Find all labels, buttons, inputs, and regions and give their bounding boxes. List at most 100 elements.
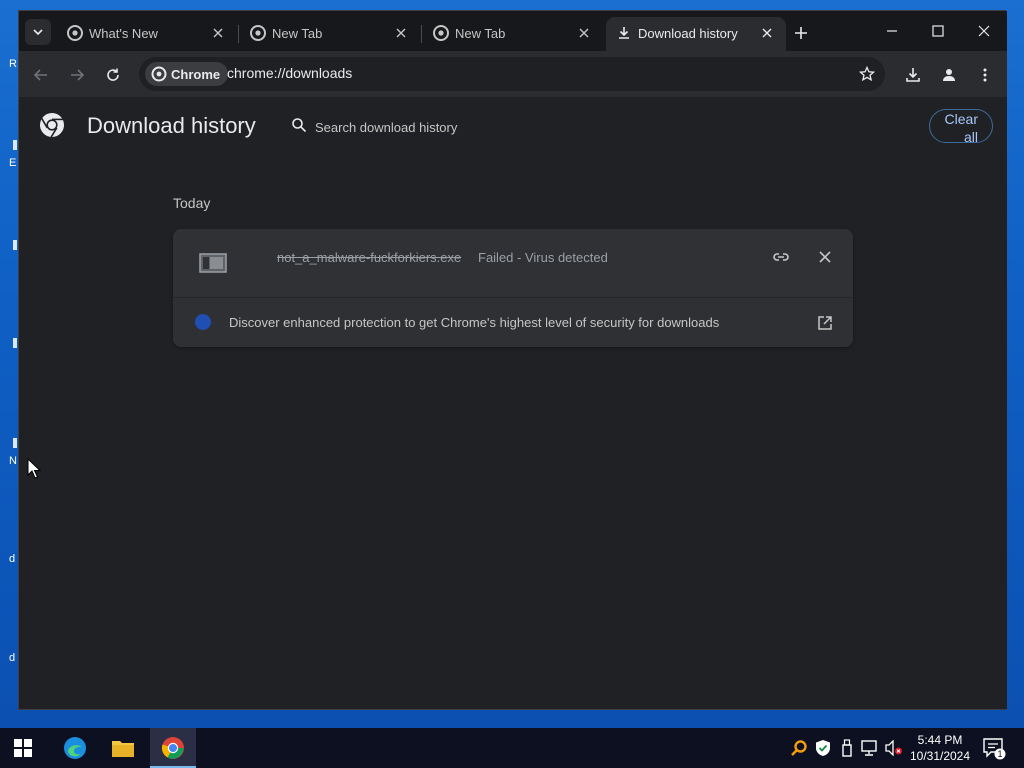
- clock-date: 10/31/2024: [909, 749, 971, 763]
- remove-from-list-button[interactable]: [813, 245, 837, 269]
- tab-strip: What's New New Tab New Tab Download hist…: [19, 11, 1007, 51]
- desktop-icon[interactable]: [13, 240, 17, 250]
- maximize-icon: [932, 25, 944, 37]
- tab-whats-new[interactable]: What's New: [57, 17, 237, 51]
- star-icon: [859, 66, 875, 82]
- more-vert-icon: [983, 68, 987, 82]
- clock-time: 5:44 PM: [917, 733, 963, 747]
- mouse-cursor-icon: [27, 458, 41, 479]
- new-tab-button[interactable]: [789, 21, 813, 45]
- clear-all-label-1: Clear: [944, 111, 978, 127]
- desktop-icon-label: R: [9, 58, 17, 70]
- close-icon[interactable]: [209, 24, 227, 42]
- desktop-icon[interactable]: [13, 338, 17, 348]
- tab-title: Download history: [638, 26, 738, 41]
- enhanced-protection-promo: Discover enhanced protection to get Chro…: [173, 298, 853, 347]
- menu-button[interactable]: [972, 62, 998, 88]
- copy-link-button[interactable]: [769, 245, 793, 269]
- toolbar: Chrome chrome://downloads: [19, 51, 1007, 97]
- download-item-card: not_a_malware-fuckforkiers.exe Failed - …: [173, 229, 853, 347]
- chip-label: Chrome: [171, 66, 221, 82]
- close-icon[interactable]: [758, 24, 776, 42]
- tab-search-button[interactable]: [25, 19, 51, 45]
- back-button[interactable]: [28, 62, 54, 88]
- tab-new-tab[interactable]: New Tab: [240, 17, 420, 51]
- promo-link-button[interactable]: [813, 311, 837, 335]
- taskbar: 5:44 PM 10/31/2024 1: [0, 728, 1024, 768]
- chrome-icon: [433, 25, 449, 41]
- downloads-button[interactable]: [900, 62, 926, 88]
- profile-button[interactable]: [936, 62, 962, 88]
- tray-security[interactable]: [813, 738, 833, 758]
- reload-icon: [107, 68, 119, 81]
- open-in-new-icon: [818, 316, 832, 330]
- windows-start-icon: [14, 739, 32, 757]
- plus-icon: [795, 27, 807, 39]
- arrow-left-icon: [33, 69, 47, 81]
- bookmark-button[interactable]: [855, 62, 879, 86]
- tab-new-tab[interactable]: New Tab: [423, 17, 603, 51]
- clear-all-button[interactable]: Clear all: [929, 109, 993, 145]
- desktop-icon-label: N: [9, 455, 17, 467]
- file-name[interactable]: not_a_malware-fuckforkiers.exe: [277, 250, 461, 265]
- minimize-icon: [887, 30, 897, 32]
- taskbar-chrome[interactable]: [150, 728, 196, 768]
- promo-text: Discover enhanced protection to get Chro…: [229, 315, 720, 330]
- site-info-chip[interactable]: Chrome: [145, 62, 229, 86]
- page-header: Download history Clear all: [19, 97, 1007, 157]
- tab-download-history[interactable]: Download history: [606, 17, 786, 51]
- forward-button[interactable]: [64, 62, 90, 88]
- reload-button[interactable]: [100, 62, 126, 88]
- chrome-icon: [161, 737, 184, 759]
- desktop-icon-label: E: [9, 157, 17, 169]
- download-status: Failed - Virus detected: [478, 250, 608, 265]
- taskbar-clock[interactable]: 5:44 PM 10/31/2024: [904, 732, 976, 764]
- address-bar[interactable]: Chrome chrome://downloads: [139, 57, 885, 91]
- close-icon[interactable]: [392, 24, 410, 42]
- volume-muted-icon: [885, 740, 902, 756]
- folder-icon: [112, 741, 134, 757]
- clear-all-label-2: all: [963, 129, 978, 145]
- usb-device-icon: [842, 739, 852, 757]
- close-icon: [978, 25, 990, 37]
- page-title: Download history: [87, 113, 256, 138]
- magnifier-app-icon: [791, 740, 807, 756]
- close-window-button[interactable]: [968, 19, 1000, 43]
- start-button[interactable]: [0, 728, 46, 768]
- tray-network[interactable]: [860, 738, 880, 758]
- tab-title: New Tab: [272, 26, 323, 41]
- notification-icon: 1: [983, 738, 1006, 760]
- tray-usb[interactable]: [837, 738, 857, 758]
- download-icon: [619, 27, 629, 39]
- desktop-icon[interactable]: [13, 438, 17, 448]
- search-icon: [292, 118, 307, 133]
- close-icon: [819, 251, 831, 263]
- minimize-button[interactable]: [876, 19, 908, 43]
- url-text[interactable]: chrome://downloads: [227, 65, 352, 81]
- link-icon: [773, 253, 789, 261]
- chrome-icon: [151, 66, 167, 82]
- desktop-icon-label: d: [9, 553, 16, 565]
- tab-separator: [421, 25, 422, 43]
- tray-search-app[interactable]: [789, 738, 809, 758]
- arrow-right-icon: [71, 69, 85, 81]
- notification-center-button[interactable]: 1: [982, 736, 1006, 760]
- search-input[interactable]: [313, 115, 717, 139]
- desktop-icon[interactable]: [13, 140, 17, 150]
- close-icon[interactable]: [575, 24, 593, 42]
- tray-volume[interactable]: [884, 738, 904, 758]
- profile-icon: [943, 69, 955, 81]
- file-icon: [199, 253, 227, 273]
- taskbar-edge[interactable]: [52, 728, 98, 768]
- chrome-logo-icon: [40, 113, 64, 138]
- download-icon: [906, 68, 920, 82]
- tab-title: New Tab: [455, 26, 506, 41]
- tab-title: What's New: [89, 26, 158, 41]
- desktop-edge: R E N d d: [0, 0, 18, 728]
- maximize-button[interactable]: [922, 19, 954, 43]
- downloads-page: Download history Clear all Today not_a_m…: [19, 97, 1007, 709]
- taskbar-file-explorer[interactable]: [100, 728, 146, 768]
- shield-icon: [816, 740, 830, 756]
- chevron-down-icon: [33, 29, 43, 36]
- shield-icon: [195, 314, 211, 330]
